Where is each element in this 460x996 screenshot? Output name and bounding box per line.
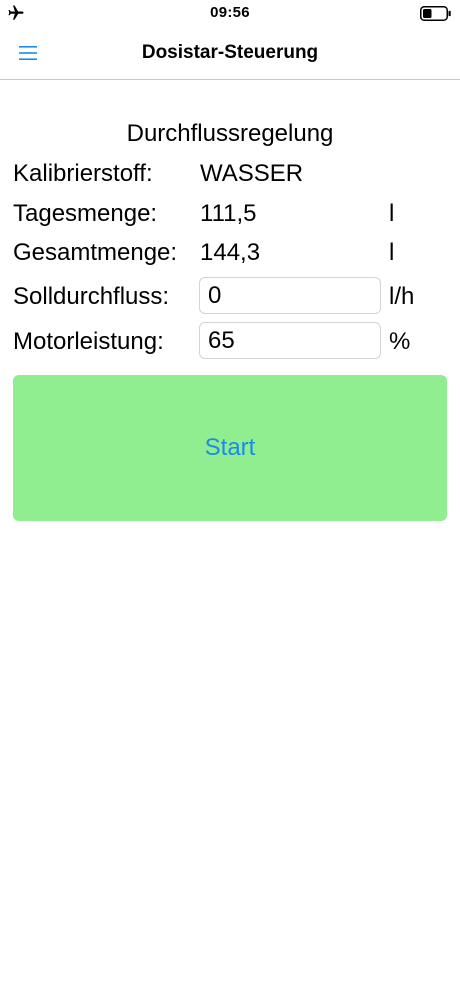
gesamtmenge-value: 144,3 bbox=[200, 239, 261, 266]
solldurchfluss-unit: l/h bbox=[389, 283, 415, 310]
tagesmenge-unit: l bbox=[389, 200, 395, 227]
start-button[interactable]: Start bbox=[13, 375, 447, 521]
section-title: Durchflussregelung bbox=[126, 120, 334, 147]
kalibrierstoff-value: WASSER bbox=[200, 160, 304, 187]
status-time: 09:56 bbox=[210, 4, 250, 21]
gesamtmenge-unit: l bbox=[389, 239, 395, 266]
tagesmenge-label: Tagesmenge: bbox=[13, 200, 158, 227]
solldurchfluss-input[interactable] bbox=[199, 277, 381, 314]
kalibrierstoff-label: Kalibrierstoff: bbox=[13, 160, 153, 187]
motorleistung-label: Motorleistung: bbox=[13, 328, 164, 355]
gesamtmenge-label: Gesamtmenge: bbox=[13, 239, 178, 266]
battery-icon bbox=[420, 6, 451, 21]
motorleistung-unit: % bbox=[389, 328, 411, 355]
navigation-bar: Dosistar-Steuerung bbox=[0, 26, 460, 80]
solldurchfluss-label: Solldurchfluss: bbox=[13, 283, 170, 310]
tagesmenge-value: 111,5 bbox=[200, 200, 257, 227]
page-title: Dosistar-Steuerung bbox=[141, 42, 319, 63]
hamburger-menu-icon bbox=[19, 46, 37, 60]
menu-button[interactable] bbox=[10, 37, 46, 67]
status-bar: 09:56 bbox=[0, 0, 460, 26]
motorleistung-input[interactable] bbox=[199, 322, 381, 359]
